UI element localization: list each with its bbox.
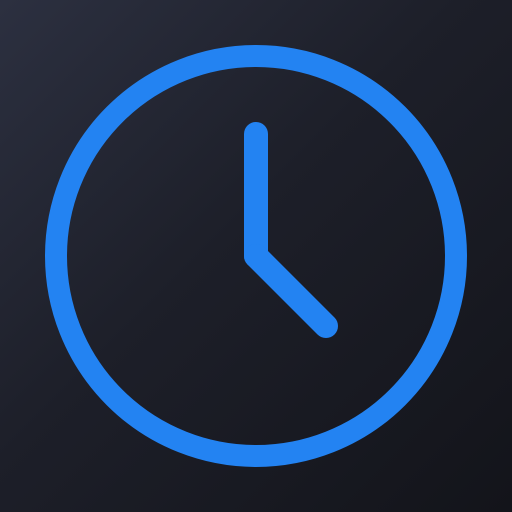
app-icon-background (0, 0, 512, 512)
clock-icon (45, 45, 467, 467)
minute-hand (244, 244, 338, 338)
